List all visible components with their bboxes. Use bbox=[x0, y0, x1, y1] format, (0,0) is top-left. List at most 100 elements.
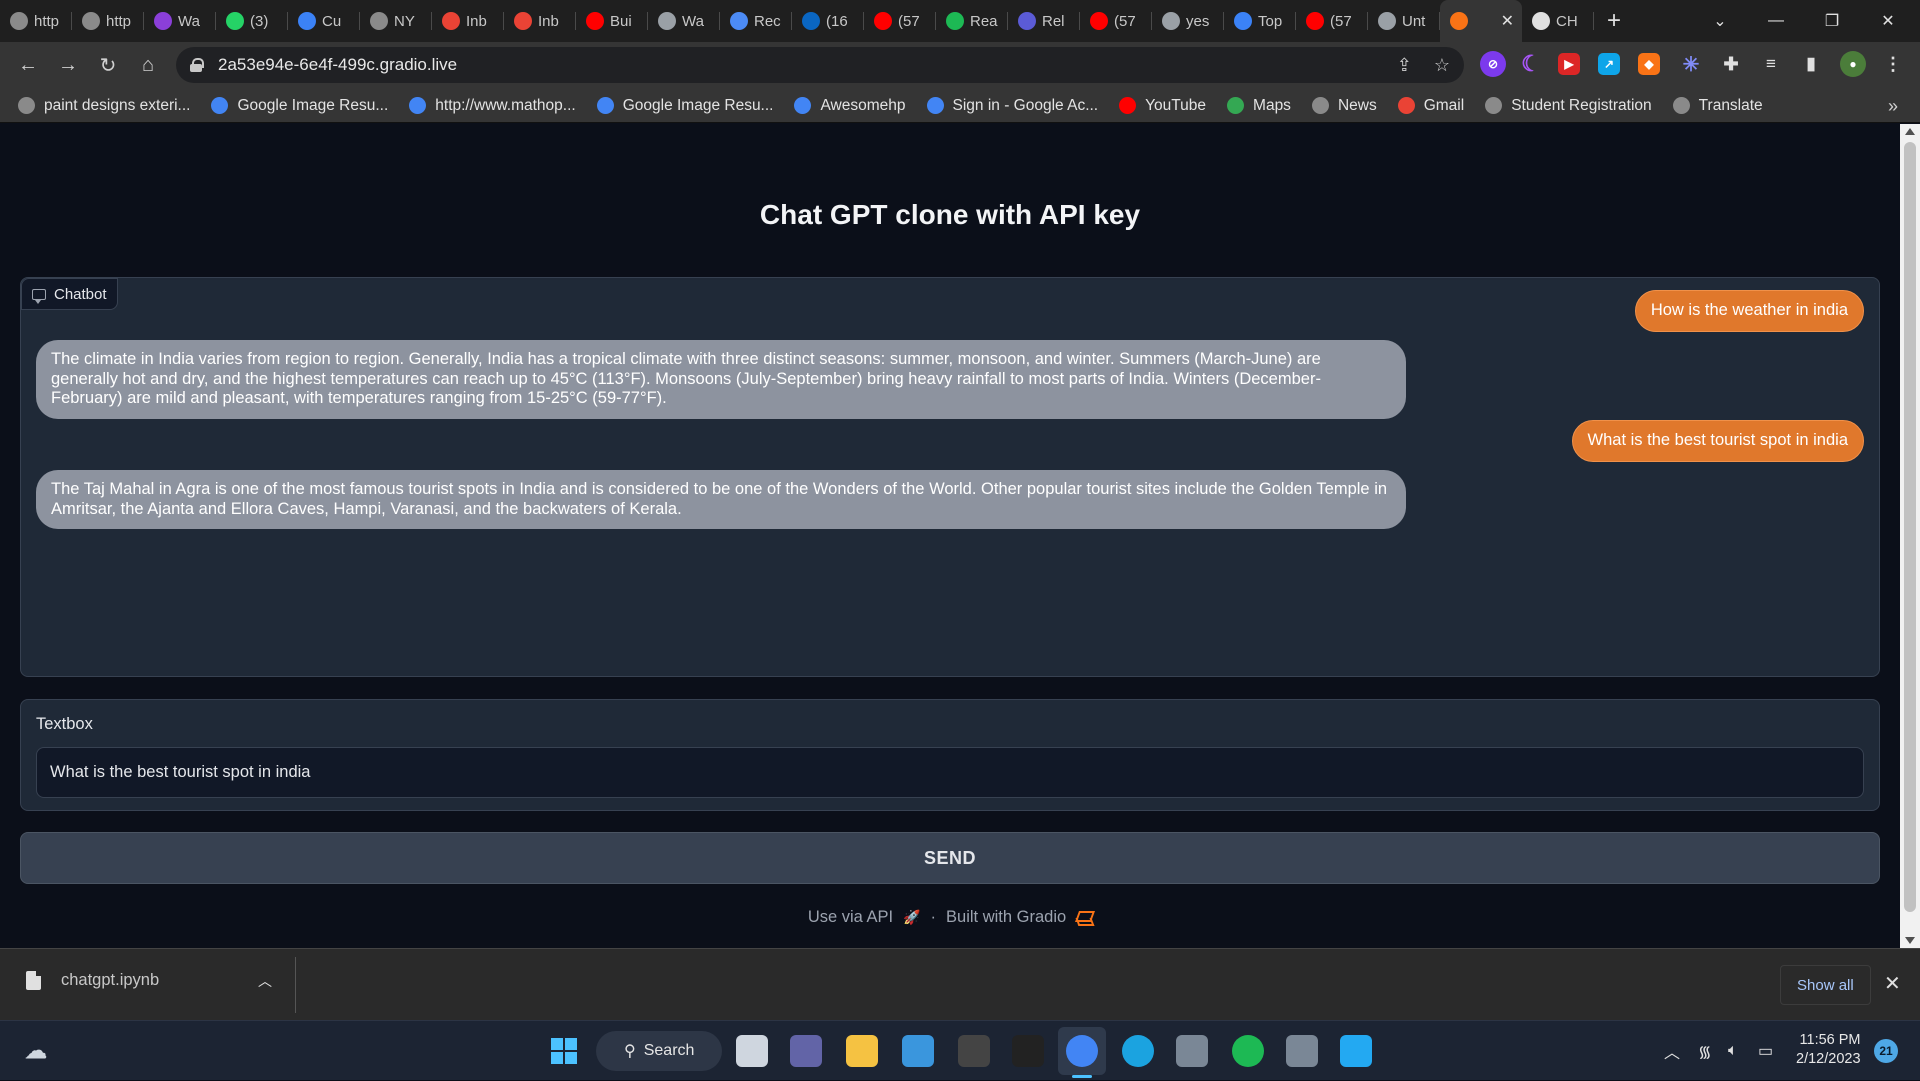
rocket-icon: 🚀 bbox=[903, 909, 921, 925]
scrollbar-thumb[interactable] bbox=[1904, 142, 1916, 912]
send-button[interactable]: SEND bbox=[20, 832, 1880, 884]
task-view-icon[interactable] bbox=[736, 1035, 768, 1067]
vscode-icon[interactable] bbox=[1340, 1035, 1372, 1067]
page-scrollbar[interactable] bbox=[1900, 124, 1920, 948]
restore-button[interactable]: ❐ bbox=[1804, 0, 1860, 42]
close-download-bar-icon[interactable]: ✕ bbox=[1884, 971, 1901, 996]
minimize-button[interactable]: — bbox=[1748, 0, 1804, 42]
browser-menu-icon[interactable]: ⋮ bbox=[1880, 51, 1906, 77]
dolby-icon[interactable] bbox=[1012, 1035, 1044, 1067]
extensions-puzzle-icon[interactable]: ✚ bbox=[1718, 51, 1744, 77]
close-window-button[interactable]: ✕ bbox=[1860, 0, 1916, 42]
browser-tab[interactable]: NY bbox=[360, 0, 432, 42]
browser-tab[interactable]: ✕ bbox=[1440, 0, 1522, 42]
browser-tab[interactable]: (16 bbox=[792, 0, 864, 42]
extension-icon-5[interactable]: ◆ bbox=[1638, 53, 1660, 75]
bookmark-item[interactable]: paint designs exteri... bbox=[18, 97, 190, 115]
bookmark-item[interactable]: YouTube bbox=[1119, 97, 1206, 115]
profile-avatar[interactable]: ● bbox=[1840, 51, 1866, 77]
close-tab-icon[interactable]: ✕ bbox=[1501, 11, 1514, 31]
browser-tab[interactable]: Wa bbox=[648, 0, 720, 42]
media-control-icon[interactable]: ≡ bbox=[1758, 51, 1784, 77]
address-bar[interactable]: 2a53e94e-6e4f-499c.gradio.live ⇪ ☆ bbox=[176, 47, 1464, 83]
globe-icon bbox=[1311, 97, 1329, 114]
tab-label: (3) bbox=[250, 12, 269, 30]
browser-tab[interactable]: Rel bbox=[1008, 0, 1080, 42]
battery-icon[interactable]: ▭ bbox=[1758, 1021, 1773, 1081]
tray-chevron-icon[interactable]: ︿ bbox=[1664, 1021, 1680, 1081]
browser-tab[interactable]: Bui bbox=[576, 0, 648, 42]
bookmark-item[interactable]: Google Image Resu... bbox=[596, 97, 773, 115]
browser-tab[interactable]: CH bbox=[1522, 0, 1594, 42]
bookmark-item[interactable]: Translate bbox=[1672, 97, 1763, 115]
browser-tab[interactable]: Inb bbox=[432, 0, 504, 42]
message-input[interactable] bbox=[36, 747, 1864, 798]
browser-tab[interactable]: Wa bbox=[144, 0, 216, 42]
taskbar-clock[interactable]: 11:56 PM 2/12/2023 bbox=[1796, 1031, 1861, 1069]
reload-button[interactable]: ↻ bbox=[88, 46, 128, 86]
google-icon bbox=[926, 97, 944, 114]
browser-tab[interactable]: (57 bbox=[864, 0, 936, 42]
extension-icon-1[interactable]: ⊘ bbox=[1480, 51, 1506, 77]
browser-tab[interactable]: (57 bbox=[1080, 0, 1152, 42]
spotify-icon[interactable] bbox=[1232, 1035, 1264, 1067]
weather-icon[interactable]: ☁ bbox=[20, 1035, 52, 1067]
store-icon[interactable] bbox=[902, 1035, 934, 1067]
show-all-button[interactable]: Show all bbox=[1780, 965, 1871, 1005]
chevron-up-icon[interactable]: ︿ bbox=[258, 971, 272, 991]
share-icon[interactable]: ⇪ bbox=[1397, 55, 1412, 76]
chrome-icon[interactable] bbox=[1066, 1035, 1098, 1067]
scroll-down-arrow-icon[interactable] bbox=[1905, 937, 1915, 944]
notion-icon[interactable] bbox=[958, 1035, 990, 1067]
browser-tab[interactable]: Rea bbox=[936, 0, 1008, 42]
back-button[interactable]: ← bbox=[8, 46, 48, 86]
clock-time: 11:56 PM bbox=[1799, 1032, 1861, 1048]
bookmark-item[interactable]: Student Registration bbox=[1485, 97, 1652, 115]
notification-badge[interactable]: 21 bbox=[1874, 1039, 1898, 1063]
bookmark-item[interactable]: News bbox=[1311, 97, 1377, 115]
extension-icon-6[interactable]: ✳ bbox=[1678, 51, 1704, 77]
settings-icon[interactable] bbox=[1286, 1035, 1318, 1067]
bookmark-star-icon[interactable]: ☆ bbox=[1434, 55, 1450, 76]
bookmark-item[interactable]: http://www.mathop... bbox=[409, 97, 576, 115]
tab-label: Inb bbox=[538, 12, 559, 30]
volume-icon[interactable]: 🔈︎ bbox=[1728, 1021, 1738, 1081]
built-with-gradio-link[interactable]: Built with Gradio bbox=[946, 908, 1066, 927]
taskbar-search[interactable]: ⚲ Search bbox=[596, 1031, 722, 1071]
bookmark-item[interactable]: Google Image Resu... bbox=[211, 97, 388, 115]
scroll-up-arrow-icon[interactable] bbox=[1905, 128, 1915, 135]
windows-start-icon[interactable] bbox=[548, 1035, 580, 1067]
download-item[interactable]: chatgpt.ipynb bbox=[26, 971, 159, 990]
forward-button[interactable]: → bbox=[48, 46, 88, 86]
extension-icon-4[interactable]: ↗ bbox=[1598, 53, 1620, 75]
edge-icon[interactable] bbox=[1122, 1035, 1154, 1067]
bookmark-item[interactable]: Maps bbox=[1227, 97, 1291, 115]
browser-tab[interactable]: Cu bbox=[288, 0, 360, 42]
browser-tab[interactable]: Top bbox=[1224, 0, 1296, 42]
tab-search-chevron-icon[interactable]: ⌄ bbox=[1692, 0, 1748, 42]
use-via-api-link[interactable]: Use via API bbox=[808, 908, 893, 927]
dark-mode-extension-icon[interactable]: ☾ bbox=[1518, 51, 1544, 77]
browser-tab[interactable]: yes bbox=[1152, 0, 1224, 42]
camera-icon[interactable] bbox=[1176, 1035, 1208, 1067]
new-tab-button[interactable]: + bbox=[1594, 0, 1634, 42]
wifi-icon[interactable]: ᯾ bbox=[1698, 1021, 1712, 1081]
browser-tab[interactable]: http bbox=[0, 0, 72, 42]
teams-icon[interactable] bbox=[790, 1035, 822, 1067]
lock-icon[interactable] bbox=[190, 58, 204, 72]
browser-tab[interactable]: http bbox=[72, 0, 144, 42]
bookmark-item[interactable]: Gmail bbox=[1397, 97, 1464, 115]
more-bookmarks-icon[interactable]: » bbox=[1888, 96, 1898, 117]
file-explorer-icon[interactable] bbox=[846, 1035, 878, 1067]
browser-tab[interactable]: Inb bbox=[504, 0, 576, 42]
browser-tab[interactable]: Unt bbox=[1368, 0, 1440, 42]
download-bar: chatgpt.ipynb ︿ Show all ✕ bbox=[0, 948, 1920, 1020]
browser-tab[interactable]: (57 bbox=[1296, 0, 1368, 42]
extension-icon-3[interactable]: ▶ bbox=[1558, 53, 1580, 75]
bookmark-item[interactable]: Awesomehp bbox=[794, 97, 906, 115]
side-panel-icon[interactable]: ▮ bbox=[1798, 51, 1824, 77]
browser-tab[interactable]: Rec bbox=[720, 0, 792, 42]
home-button[interactable]: ⌂ bbox=[128, 46, 168, 86]
bookmark-item[interactable]: Sign in - Google Ac... bbox=[926, 97, 1098, 115]
browser-tab[interactable]: (3) bbox=[216, 0, 288, 42]
